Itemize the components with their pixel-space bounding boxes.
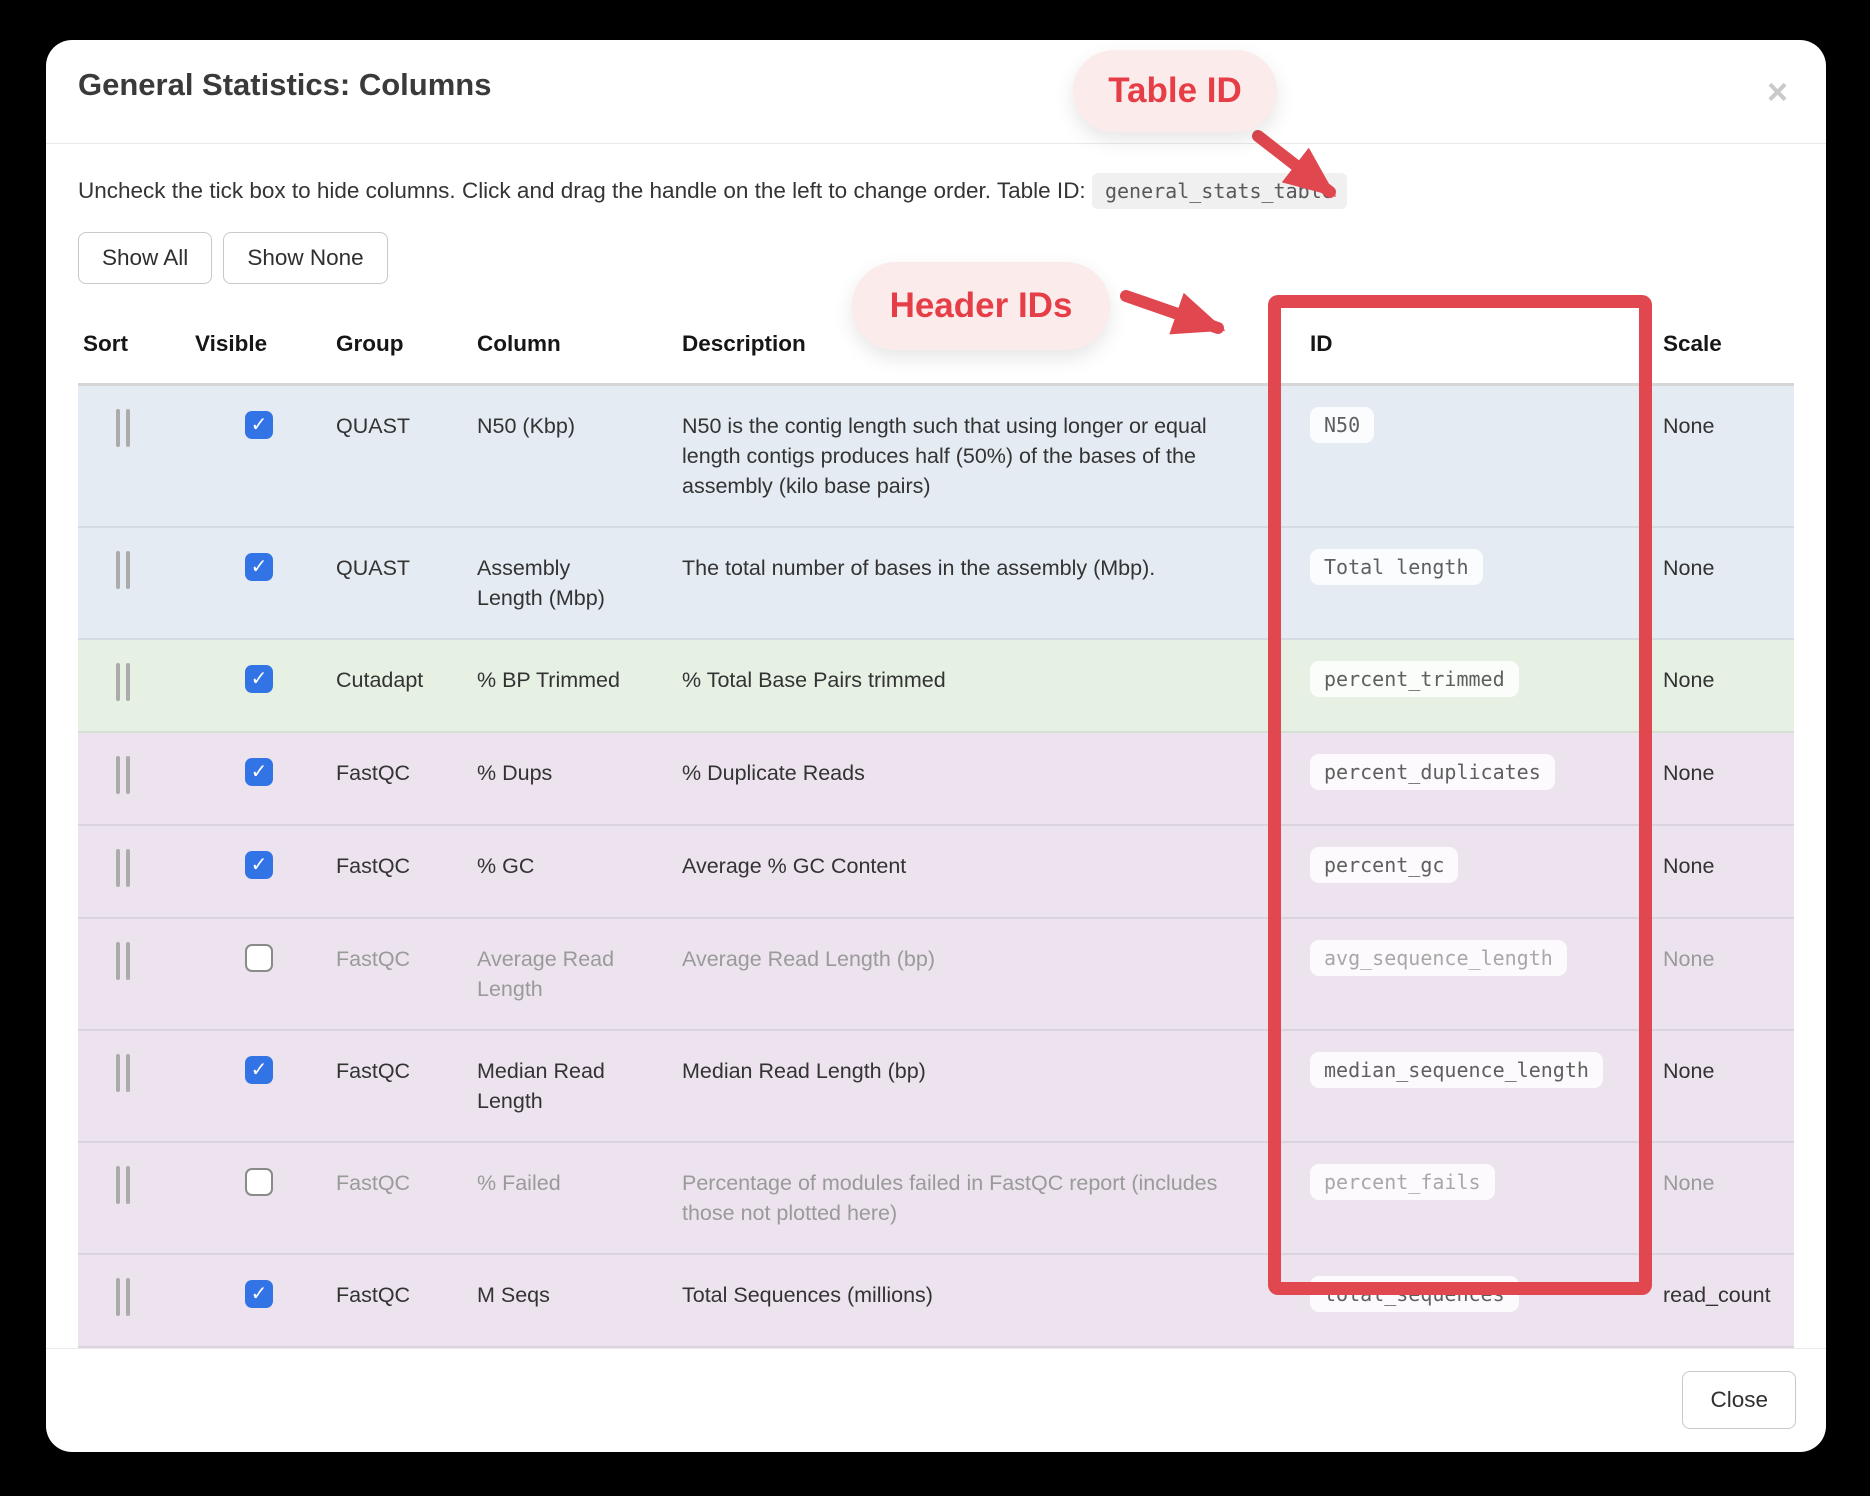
group-cell: FastQC — [336, 1168, 477, 1198]
drag-handle-icon[interactable] — [116, 756, 130, 794]
header-ids-annotation-pill: Header IDs — [852, 262, 1110, 350]
description-cell: % Duplicate Reads — [682, 758, 1310, 788]
show-none-button[interactable]: Show None — [223, 232, 387, 284]
column-header-sort: Sort — [78, 331, 195, 357]
scale-cell: None — [1663, 1168, 1794, 1198]
column-cell: N50 (Kbp) — [477, 411, 682, 441]
description-cell: Percentage of modules failed in FastQC r… — [682, 1168, 1310, 1228]
drag-handle-icon[interactable] — [116, 409, 130, 447]
column-cell: % GC — [477, 851, 682, 881]
visible-checkbox[interactable]: ✓ — [245, 411, 273, 439]
drag-handle-icon[interactable] — [116, 663, 130, 701]
scale-cell: None — [1663, 851, 1794, 881]
scale-cell: None — [1663, 758, 1794, 788]
column-header-column: Column — [477, 331, 682, 357]
visible-checkbox[interactable]: ✓ — [245, 758, 273, 786]
column-cell: % Failed — [477, 1168, 682, 1198]
instructions-text: Uncheck the tick box to hide columns. Cl… — [78, 174, 1794, 208]
column-header-visible: Visible — [195, 331, 336, 357]
group-cell: FastQC — [336, 944, 477, 974]
scale-cell: None — [1663, 1056, 1794, 1086]
instructions-label: Uncheck the tick box to hide columns. Cl… — [78, 178, 1086, 203]
drag-handle-icon[interactable] — [116, 1278, 130, 1316]
scale-cell: None — [1663, 944, 1794, 974]
description-cell: The total number of bases in the assembl… — [682, 553, 1310, 583]
visible-checkbox[interactable]: ✓ — [245, 851, 273, 879]
scale-cell: None — [1663, 553, 1794, 583]
modal-footer: Close — [46, 1348, 1826, 1455]
group-cell: FastQC — [336, 1056, 477, 1086]
description-cell: N50 is the contig length such that using… — [682, 411, 1310, 501]
description-cell: Average % GC Content — [682, 851, 1310, 881]
visible-checkbox[interactable]: ✓ — [245, 665, 273, 693]
group-cell: FastQC — [336, 851, 477, 881]
column-cell: Average Read Length — [477, 944, 682, 1004]
visible-checkbox[interactable] — [245, 944, 273, 972]
description-cell: Median Read Length (bp) — [682, 1056, 1310, 1086]
scale-cell: None — [1663, 665, 1794, 695]
scale-cell: None — [1663, 411, 1794, 441]
description-cell: Average Read Length (bp) — [682, 944, 1310, 974]
close-button[interactable]: Close — [1682, 1371, 1796, 1429]
id-column-highlight-box — [1268, 295, 1652, 1295]
group-cell: FastQC — [336, 758, 477, 788]
show-all-button[interactable]: Show All — [78, 232, 212, 284]
description-cell: Total Sequences (millions) — [682, 1280, 1310, 1310]
modal-header: General Statistics: Columns × — [46, 40, 1826, 144]
group-cell: Cutadapt — [336, 665, 477, 695]
drag-handle-icon[interactable] — [116, 942, 130, 980]
column-cell: Median Read Length — [477, 1056, 682, 1116]
scale-cell: read_count — [1663, 1280, 1794, 1310]
group-cell: QUAST — [336, 553, 477, 583]
close-icon[interactable]: × — [1767, 74, 1788, 110]
description-cell: % Total Base Pairs trimmed — [682, 665, 1310, 695]
column-header-group: Group — [336, 331, 477, 357]
visible-checkbox[interactable] — [245, 1168, 273, 1196]
column-header-scale: Scale — [1663, 331, 1794, 357]
drag-handle-icon[interactable] — [116, 849, 130, 887]
table-id-code: general_stats_table — [1092, 173, 1347, 209]
column-cell: % Dups — [477, 758, 682, 788]
modal-title: General Statistics: Columns — [78, 66, 1790, 104]
drag-handle-icon[interactable] — [116, 1054, 130, 1092]
drag-handle-icon[interactable] — [116, 551, 130, 589]
visible-checkbox[interactable]: ✓ — [245, 553, 273, 581]
visible-checkbox[interactable]: ✓ — [245, 1056, 273, 1084]
table-id-annotation-pill: Table ID — [1073, 50, 1277, 132]
column-cell: Assembly Length (Mbp) — [477, 553, 682, 613]
column-cell: % BP Trimmed — [477, 665, 682, 695]
group-cell: QUAST — [336, 411, 477, 441]
group-cell: FastQC — [336, 1280, 477, 1310]
visible-checkbox[interactable]: ✓ — [245, 1280, 273, 1308]
column-cell: M Seqs — [477, 1280, 682, 1310]
drag-handle-icon[interactable] — [116, 1166, 130, 1204]
